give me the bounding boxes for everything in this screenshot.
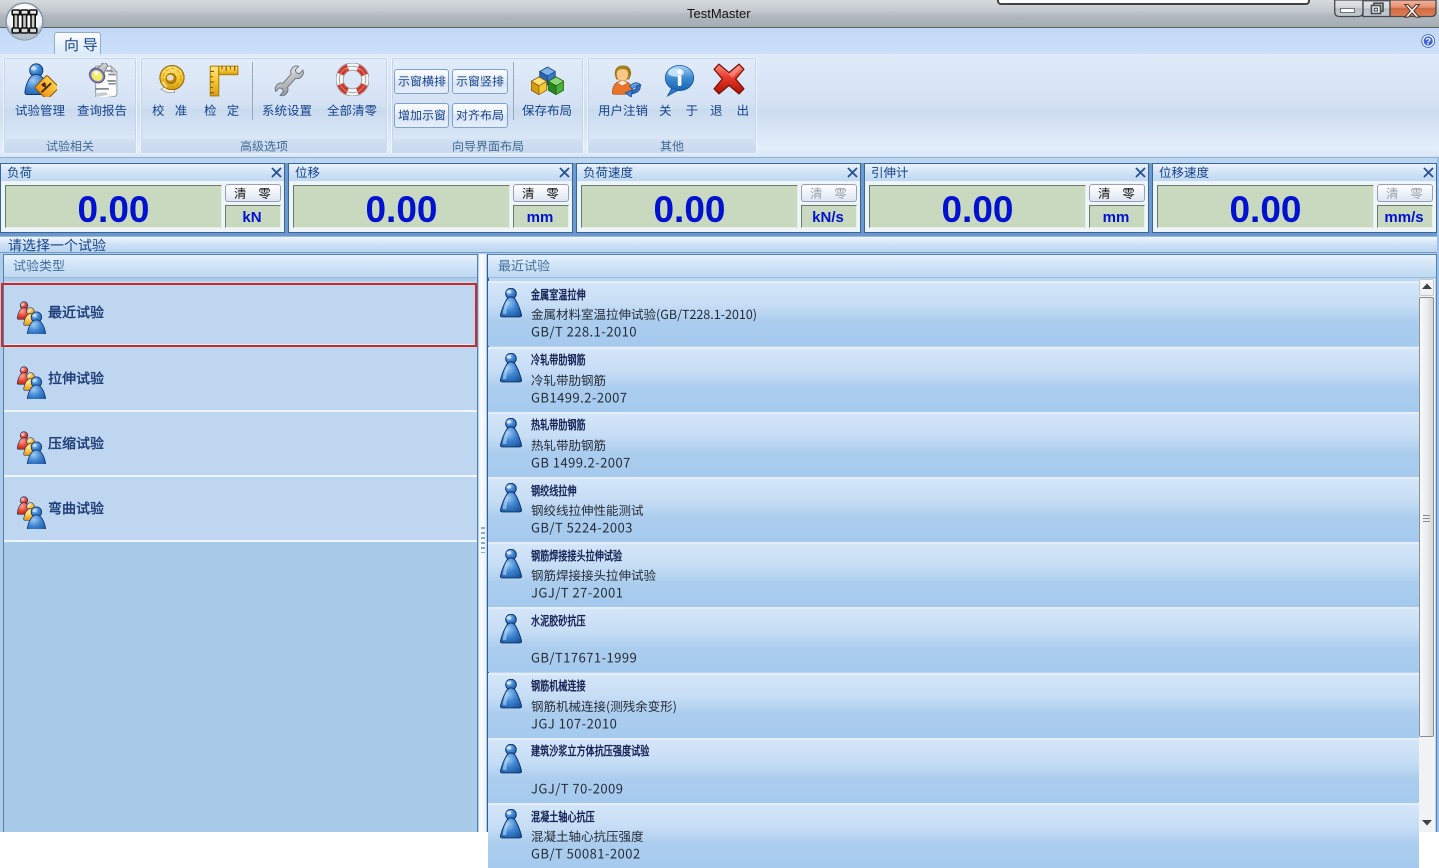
svg-text:?: ? [1425, 37, 1431, 48]
